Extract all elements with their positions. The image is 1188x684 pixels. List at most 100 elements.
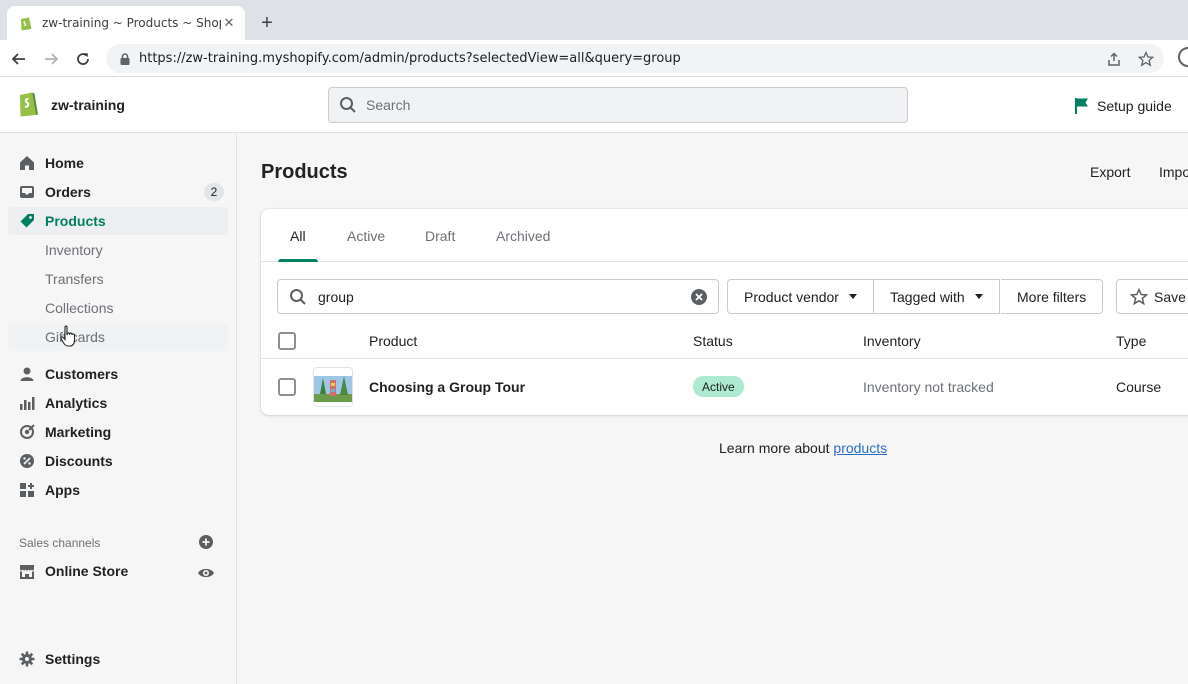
- column-header-status[interactable]: Status: [693, 333, 733, 349]
- product-vendor-filter-button[interactable]: Product vendor: [727, 279, 874, 314]
- browser-tab[interactable]: zw-training ~ Products ~ Shopify ✕: [7, 6, 245, 40]
- shopify-logo-icon: [20, 92, 38, 117]
- learn-more-prefix: Learn more about: [719, 440, 834, 456]
- sidebar-item-label: Apps: [45, 482, 80, 498]
- browser-tab-title: zw-training ~ Products ~ Shopify: [42, 16, 221, 30]
- bar-chart-icon: [18, 394, 36, 412]
- search-icon: [340, 97, 356, 113]
- column-header-product[interactable]: Product: [369, 333, 417, 349]
- sidebar-item-orders[interactable]: Orders 2: [8, 178, 228, 206]
- lock-icon: [120, 52, 130, 65]
- discount-icon: [18, 452, 36, 470]
- inbox-icon: [18, 183, 36, 201]
- sidebar-item-marketing[interactable]: Marketing: [8, 418, 228, 446]
- type-cell: Course: [1116, 379, 1162, 395]
- product-vendor-label: Product vendor: [744, 288, 839, 305]
- sidebar-item-label: Analytics: [45, 395, 108, 411]
- new-tab-icon[interactable]: +: [256, 12, 278, 34]
- table-row[interactable]: Choosing a Group Tour Active Inventory n…: [261, 359, 1188, 415]
- sidebar-item-online-store[interactable]: Online Store: [8, 557, 228, 585]
- save-filter-label: Save: [1154, 288, 1186, 305]
- eye-icon[interactable]: [197, 564, 215, 582]
- back-icon[interactable]: [8, 48, 30, 70]
- browser-tab-strip: zw-training ~ Products ~ Shopify ✕ +: [0, 0, 1188, 40]
- product-thumbnail[interactable]: [313, 367, 353, 407]
- tab-active[interactable]: Active: [347, 209, 385, 262]
- page-title: Products: [261, 161, 348, 183]
- product-filter-input[interactable]: group: [277, 279, 719, 314]
- tagged-with-label: Tagged with: [890, 288, 965, 305]
- sidebar-subitem-transfers[interactable]: Transfers: [8, 265, 228, 293]
- tag-icon: [18, 212, 36, 230]
- sidebar-item-customers[interactable]: Customers: [8, 360, 228, 388]
- sidebar-item-label: Online Store: [45, 563, 129, 579]
- sidebar-item-label: Products: [45, 213, 106, 229]
- orders-count-badge: 2: [204, 183, 224, 201]
- clear-search-icon[interactable]: [690, 288, 708, 306]
- sidebar-subitem-inventory[interactable]: Inventory: [8, 236, 228, 264]
- sidebar-item-label: Customers: [45, 366, 119, 382]
- save-filter-button[interactable]: Save: [1116, 279, 1188, 314]
- share-icon[interactable]: [1105, 50, 1123, 68]
- tagged-with-filter-button[interactable]: Tagged with: [874, 279, 1000, 314]
- caret-down-icon: [848, 294, 857, 299]
- learn-more-text: Learn more about products: [719, 440, 887, 456]
- address-bar[interactable]: https://zw-training.myshopify.com/admin/…: [106, 44, 1164, 73]
- tab-draft[interactable]: Draft: [425, 209, 455, 262]
- store-name[interactable]: zw-training: [51, 97, 125, 113]
- forward-icon[interactable]: [40, 48, 62, 70]
- product-name-link[interactable]: Choosing a Group Tour: [369, 379, 525, 395]
- inventory-cell: Inventory not tracked: [863, 379, 994, 395]
- sidebar-item-label: Home: [45, 155, 84, 171]
- home-icon: [18, 154, 36, 172]
- status-badge: Active: [693, 376, 744, 397]
- tab-archived[interactable]: Archived: [496, 209, 550, 262]
- sidebar-item-home[interactable]: Home: [8, 149, 228, 177]
- sidebar-subitem-collections[interactable]: Collections: [8, 294, 228, 322]
- bookmark-star-icon[interactable]: [1137, 50, 1155, 68]
- product-image: [314, 368, 352, 406]
- shopify-favicon-icon: [21, 17, 32, 31]
- sidebar-subitem-gift-cards[interactable]: Gift cards: [8, 323, 228, 351]
- products-help-link[interactable]: products: [833, 440, 887, 456]
- sidebar-item-label: Settings: [45, 651, 101, 667]
- column-header-type[interactable]: Type: [1116, 333, 1146, 349]
- export-button[interactable]: Export: [1090, 164, 1130, 180]
- setup-guide-button[interactable]: Setup guide: [1074, 97, 1172, 115]
- tab-all[interactable]: All: [278, 209, 317, 262]
- global-search[interactable]: [328, 87, 908, 123]
- sidebar-item-analytics[interactable]: Analytics: [8, 389, 228, 417]
- import-button[interactable]: Import: [1159, 164, 1188, 180]
- search-icon: [290, 288, 306, 305]
- hand-cursor-icon: [60, 325, 76, 347]
- star-icon: [1130, 287, 1148, 305]
- product-view-tabs: All Active Draft Archived: [261, 209, 1188, 262]
- add-channel-icon[interactable]: [198, 534, 214, 550]
- sidebar-item-apps[interactable]: Apps: [8, 476, 228, 504]
- sidebar-item-label: Discounts: [45, 453, 113, 469]
- sidebar-item-discounts[interactable]: Discounts: [8, 447, 228, 475]
- browser-toolbar: https://zw-training.myshopify.com/admin/…: [0, 40, 1188, 77]
- table-header: Product Status Inventory Type: [261, 323, 1188, 359]
- admin-topbar: zw-training Setup guide: [0, 77, 1188, 133]
- search-input[interactable]: [366, 97, 866, 113]
- store-icon: [18, 562, 36, 580]
- filter-query-text: group: [318, 288, 354, 305]
- person-icon: [18, 365, 36, 383]
- target-icon: [18, 423, 36, 441]
- select-all-checkbox[interactable]: [278, 332, 296, 350]
- more-filters-button[interactable]: More filters: [1001, 279, 1104, 314]
- sidebar-item-settings[interactable]: Settings: [8, 645, 228, 673]
- apps-grid-icon: [18, 481, 36, 499]
- sales-channels-heading: Sales channels: [19, 536, 101, 550]
- setup-guide-label: Setup guide: [1097, 98, 1172, 114]
- sidebar-item-label: Orders: [45, 184, 91, 200]
- close-tab-icon[interactable]: ✕: [221, 15, 237, 31]
- row-checkbox[interactable]: [278, 378, 296, 396]
- sidebar-item-label: Marketing: [45, 424, 112, 440]
- column-header-inventory[interactable]: Inventory: [863, 333, 921, 349]
- reload-icon[interactable]: [72, 48, 94, 70]
- gear-icon: [18, 650, 36, 668]
- products-card: All Active Draft Archived group Product …: [261, 209, 1188, 415]
- sidebar-item-products[interactable]: Products: [8, 207, 228, 235]
